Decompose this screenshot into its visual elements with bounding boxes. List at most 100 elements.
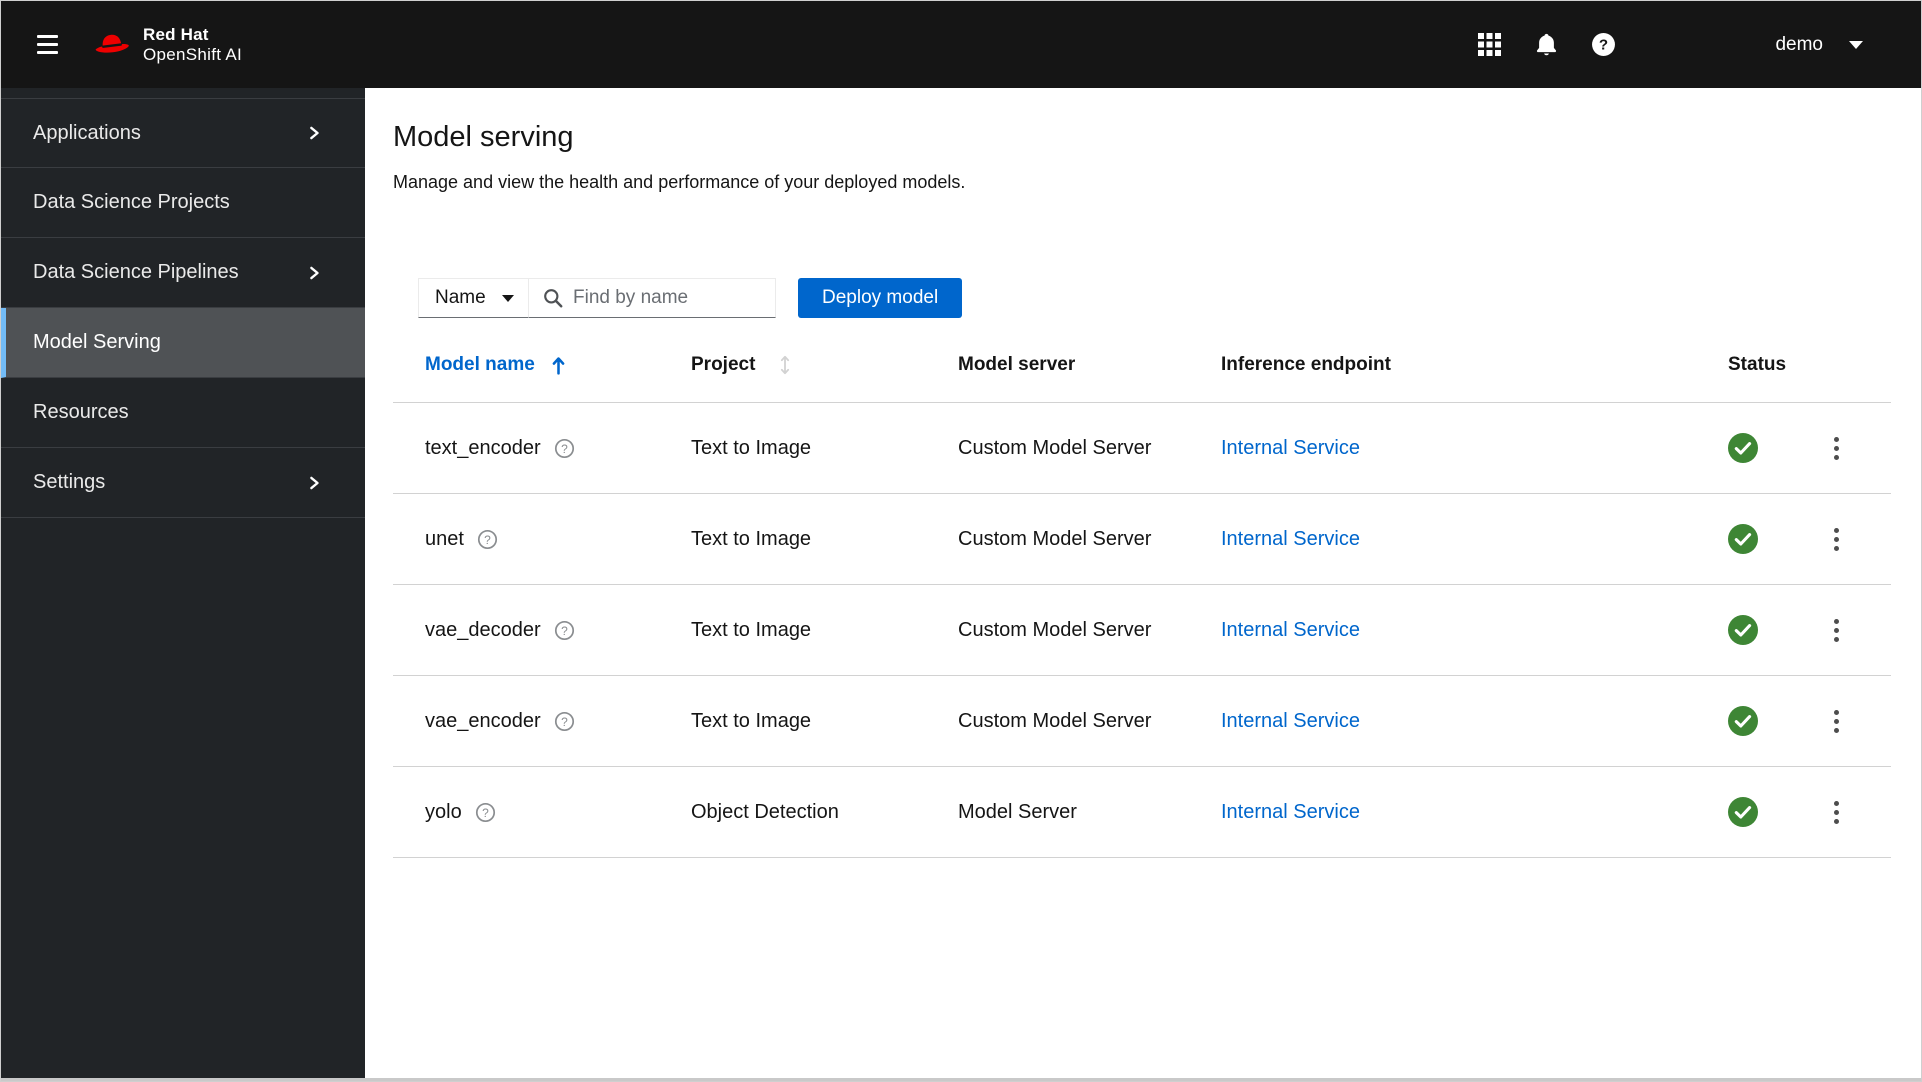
help-tooltip-icon[interactable]: ? — [554, 711, 575, 732]
filter-attribute-select[interactable]: Name — [418, 278, 528, 318]
window-bottom-edge — [1, 1078, 1921, 1081]
table-body: text_encoder ? Text to Image Custom Mode… — [393, 403, 1891, 858]
sidebar-item-label: Data Science Projects — [33, 191, 230, 213]
models-table: Model name Project Model server Inferenc… — [393, 328, 1891, 858]
user-dropdown[interactable]: demo — [1775, 34, 1863, 56]
model-server-cell: Custom Model Server — [958, 618, 1152, 641]
project-cell: Text to Image — [691, 618, 812, 641]
sidebar-item-label: Resources — [33, 401, 129, 423]
help-tooltip-icon[interactable]: ? — [475, 802, 496, 823]
search-box — [528, 278, 776, 318]
help-tooltip-icon[interactable]: ? — [554, 438, 575, 459]
svg-text:?: ? — [561, 442, 568, 456]
project-cell: Text to Image — [691, 709, 812, 732]
table-row: text_encoder ? Text to Image Custom Mode… — [393, 403, 1891, 494]
status-success-icon — [1728, 615, 1758, 645]
model-name-cell: vae_encoder ? — [425, 710, 691, 733]
row-kebab-menu-button[interactable] — [1818, 789, 1854, 835]
model-name-cell: text_encoder ? — [425, 437, 691, 460]
model-name: vae_encoder — [425, 709, 541, 732]
masthead-right: ? demo — [1467, 23, 1921, 67]
brand-line1: Red Hat — [143, 25, 209, 45]
column-header-inference-endpoint: Inference endpoint — [1221, 354, 1391, 375]
project-cell: Text to Image — [691, 436, 812, 459]
table-row: yolo ? Object Detection Model Server Int… — [393, 767, 1891, 858]
sidebar-nav: Applications Data Science Projects Data … — [1, 88, 365, 1078]
sidebar-item-resources[interactable]: Resources — [1, 378, 365, 448]
sortable-icon — [779, 355, 791, 375]
table-row: vae_encoder ? Text to Image Custom Model… — [393, 676, 1891, 767]
row-kebab-menu-button[interactable] — [1818, 516, 1854, 562]
project-cell: Text to Image — [691, 527, 812, 550]
status-success-icon — [1728, 797, 1758, 827]
filter-group: Name — [418, 278, 776, 318]
model-name-cell: unet ? — [425, 528, 691, 551]
notifications-button[interactable] — [1524, 23, 1568, 67]
model-server-cell: Custom Model Server — [958, 436, 1152, 459]
brand-line2: OpenShift AI — [143, 44, 243, 64]
toolbar: Name Deploy model — [418, 278, 1921, 318]
nav-list: Applications Data Science Projects Data … — [1, 98, 365, 518]
help-tooltip-icon[interactable]: ? — [554, 620, 575, 641]
sidebar-item-applications[interactable]: Applications — [1, 98, 365, 168]
search-icon — [543, 288, 563, 308]
nav-toggle-button[interactable] — [31, 29, 64, 60]
column-header-model-server: Model server — [958, 354, 1076, 375]
chevron-right-icon — [307, 126, 321, 140]
sidebar-item-data-science-projects[interactable]: Data Science Projects — [1, 168, 365, 238]
status-success-icon — [1728, 706, 1758, 736]
app-launcher-button[interactable] — [1467, 23, 1511, 67]
model-name-cell: yolo ? — [425, 801, 691, 824]
brand: Red Hat OpenShift AI — [92, 25, 242, 64]
table-row: vae_decoder ? Text to Image Custom Model… — [393, 585, 1891, 676]
question-circle-icon: ? — [1591, 32, 1616, 57]
masthead: Red Hat OpenShift AI ? demo — [1, 1, 1921, 88]
help-tooltip-icon[interactable]: ? — [477, 529, 498, 550]
svg-text:?: ? — [1599, 37, 1608, 54]
svg-text:?: ? — [561, 624, 568, 638]
column-header-project[interactable]: Project — [691, 354, 958, 376]
chevron-right-icon — [307, 266, 321, 280]
model-name: vae_decoder — [425, 618, 541, 641]
inference-endpoint-link[interactable]: Internal Service — [1221, 437, 1360, 460]
sidebar-item-model-serving[interactable]: Model Serving — [1, 308, 365, 378]
model-name: text_encoder — [425, 436, 541, 459]
svg-text:?: ? — [561, 715, 568, 729]
column-header-status: Status — [1728, 354, 1787, 375]
model-server-cell: Custom Model Server — [958, 527, 1152, 550]
row-kebab-menu-button[interactable] — [1818, 698, 1854, 744]
deploy-model-button[interactable]: Deploy model — [798, 278, 963, 318]
sort-ascending-icon — [551, 356, 566, 375]
status-success-icon — [1728, 524, 1758, 554]
chevron-down-icon — [1849, 40, 1863, 49]
hamburger-icon — [37, 35, 58, 38]
inference-endpoint-link[interactable]: Internal Service — [1221, 528, 1360, 551]
filter-attribute-value: Name — [435, 287, 486, 308]
row-kebab-menu-button[interactable] — [1818, 425, 1854, 471]
sidebar-item-settings[interactable]: Settings — [1, 448, 365, 518]
sidebar-item-label: Applications — [33, 121, 141, 144]
row-kebab-menu-button[interactable] — [1818, 607, 1854, 653]
redhat-fedora-icon — [92, 31, 132, 59]
page-subtitle: Manage and view the health and performan… — [393, 172, 966, 192]
chevron-right-icon — [307, 476, 321, 490]
column-header-model-name[interactable]: Model name — [425, 354, 691, 376]
inference-endpoint-link[interactable]: Internal Service — [1221, 801, 1360, 824]
chevron-down-icon — [502, 294, 514, 302]
search-input[interactable] — [573, 287, 763, 309]
sidebar-item-data-science-pipelines[interactable]: Data Science Pipelines — [1, 238, 365, 308]
model-name: unet — [425, 527, 464, 550]
inference-endpoint-link[interactable]: Internal Service — [1221, 710, 1360, 733]
svg-text:?: ? — [482, 806, 489, 820]
inference-endpoint-link[interactable]: Internal Service — [1221, 619, 1360, 642]
help-button[interactable]: ? — [1581, 23, 1625, 67]
username: demo — [1775, 33, 1823, 55]
brand-text: Red Hat OpenShift AI — [143, 25, 242, 63]
bell-icon — [1534, 32, 1559, 57]
page-title: Model serving — [393, 121, 574, 153]
application-window: Red Hat OpenShift AI ? demo Applications… — [0, 0, 1922, 1082]
sidebar-item-label: Settings — [33, 471, 106, 493]
table-header-row: Model name Project Model server Inferenc… — [393, 328, 1891, 403]
model-server-cell: Custom Model Server — [958, 709, 1152, 732]
project-cell: Object Detection — [691, 800, 839, 823]
